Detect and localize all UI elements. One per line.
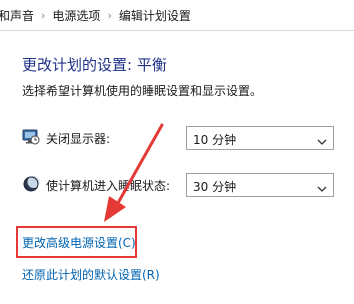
sleep-dropdown[interactable]: 30 分钟 [186, 173, 334, 197]
display-off-dropdown[interactable]: 10 分钟 [186, 126, 334, 150]
moon-icon [22, 175, 40, 193]
sleep-value: 30 分钟 [193, 180, 237, 194]
chevron-down-icon [317, 132, 327, 145]
breadcrumb-separator: › [41, 8, 46, 22]
page-subtitle: 选择希望计算机使用的睡眠设置和显示设置。 [22, 84, 263, 98]
breadcrumb-separator: › [107, 8, 112, 22]
monitor-icon [22, 128, 40, 146]
display-off-value: 10 分钟 [193, 133, 237, 147]
annotation-arrow [104, 123, 164, 222]
breadcrumb: 和声音 › 电源选项 › 编辑计划设置 [0, 0, 354, 31]
breadcrumb-item-edit-plan[interactable]: 编辑计划设置 [119, 7, 191, 24]
setting-row-sleep: 使计算机进入睡眠状态: 30 分钟 [22, 173, 342, 197]
chevron-down-icon [317, 179, 327, 192]
page-title: 更改计划的设置: 平衡 [22, 56, 167, 74]
setting-row-display-off: 关闭显示器: 10 分钟 [22, 126, 342, 150]
setting-label-display-off: 关闭显示器: [46, 132, 111, 146]
breadcrumb-item-sound[interactable]: 和声音 [0, 7, 34, 24]
setting-label-sleep: 使计算机进入睡眠状态: [46, 179, 171, 193]
restore-defaults-link[interactable]: 还原此计划的默认设置(R) [22, 266, 160, 283]
breadcrumb-item-power-options[interactable]: 电源选项 [52, 7, 100, 24]
annotation-highlight-box [16, 226, 137, 258]
